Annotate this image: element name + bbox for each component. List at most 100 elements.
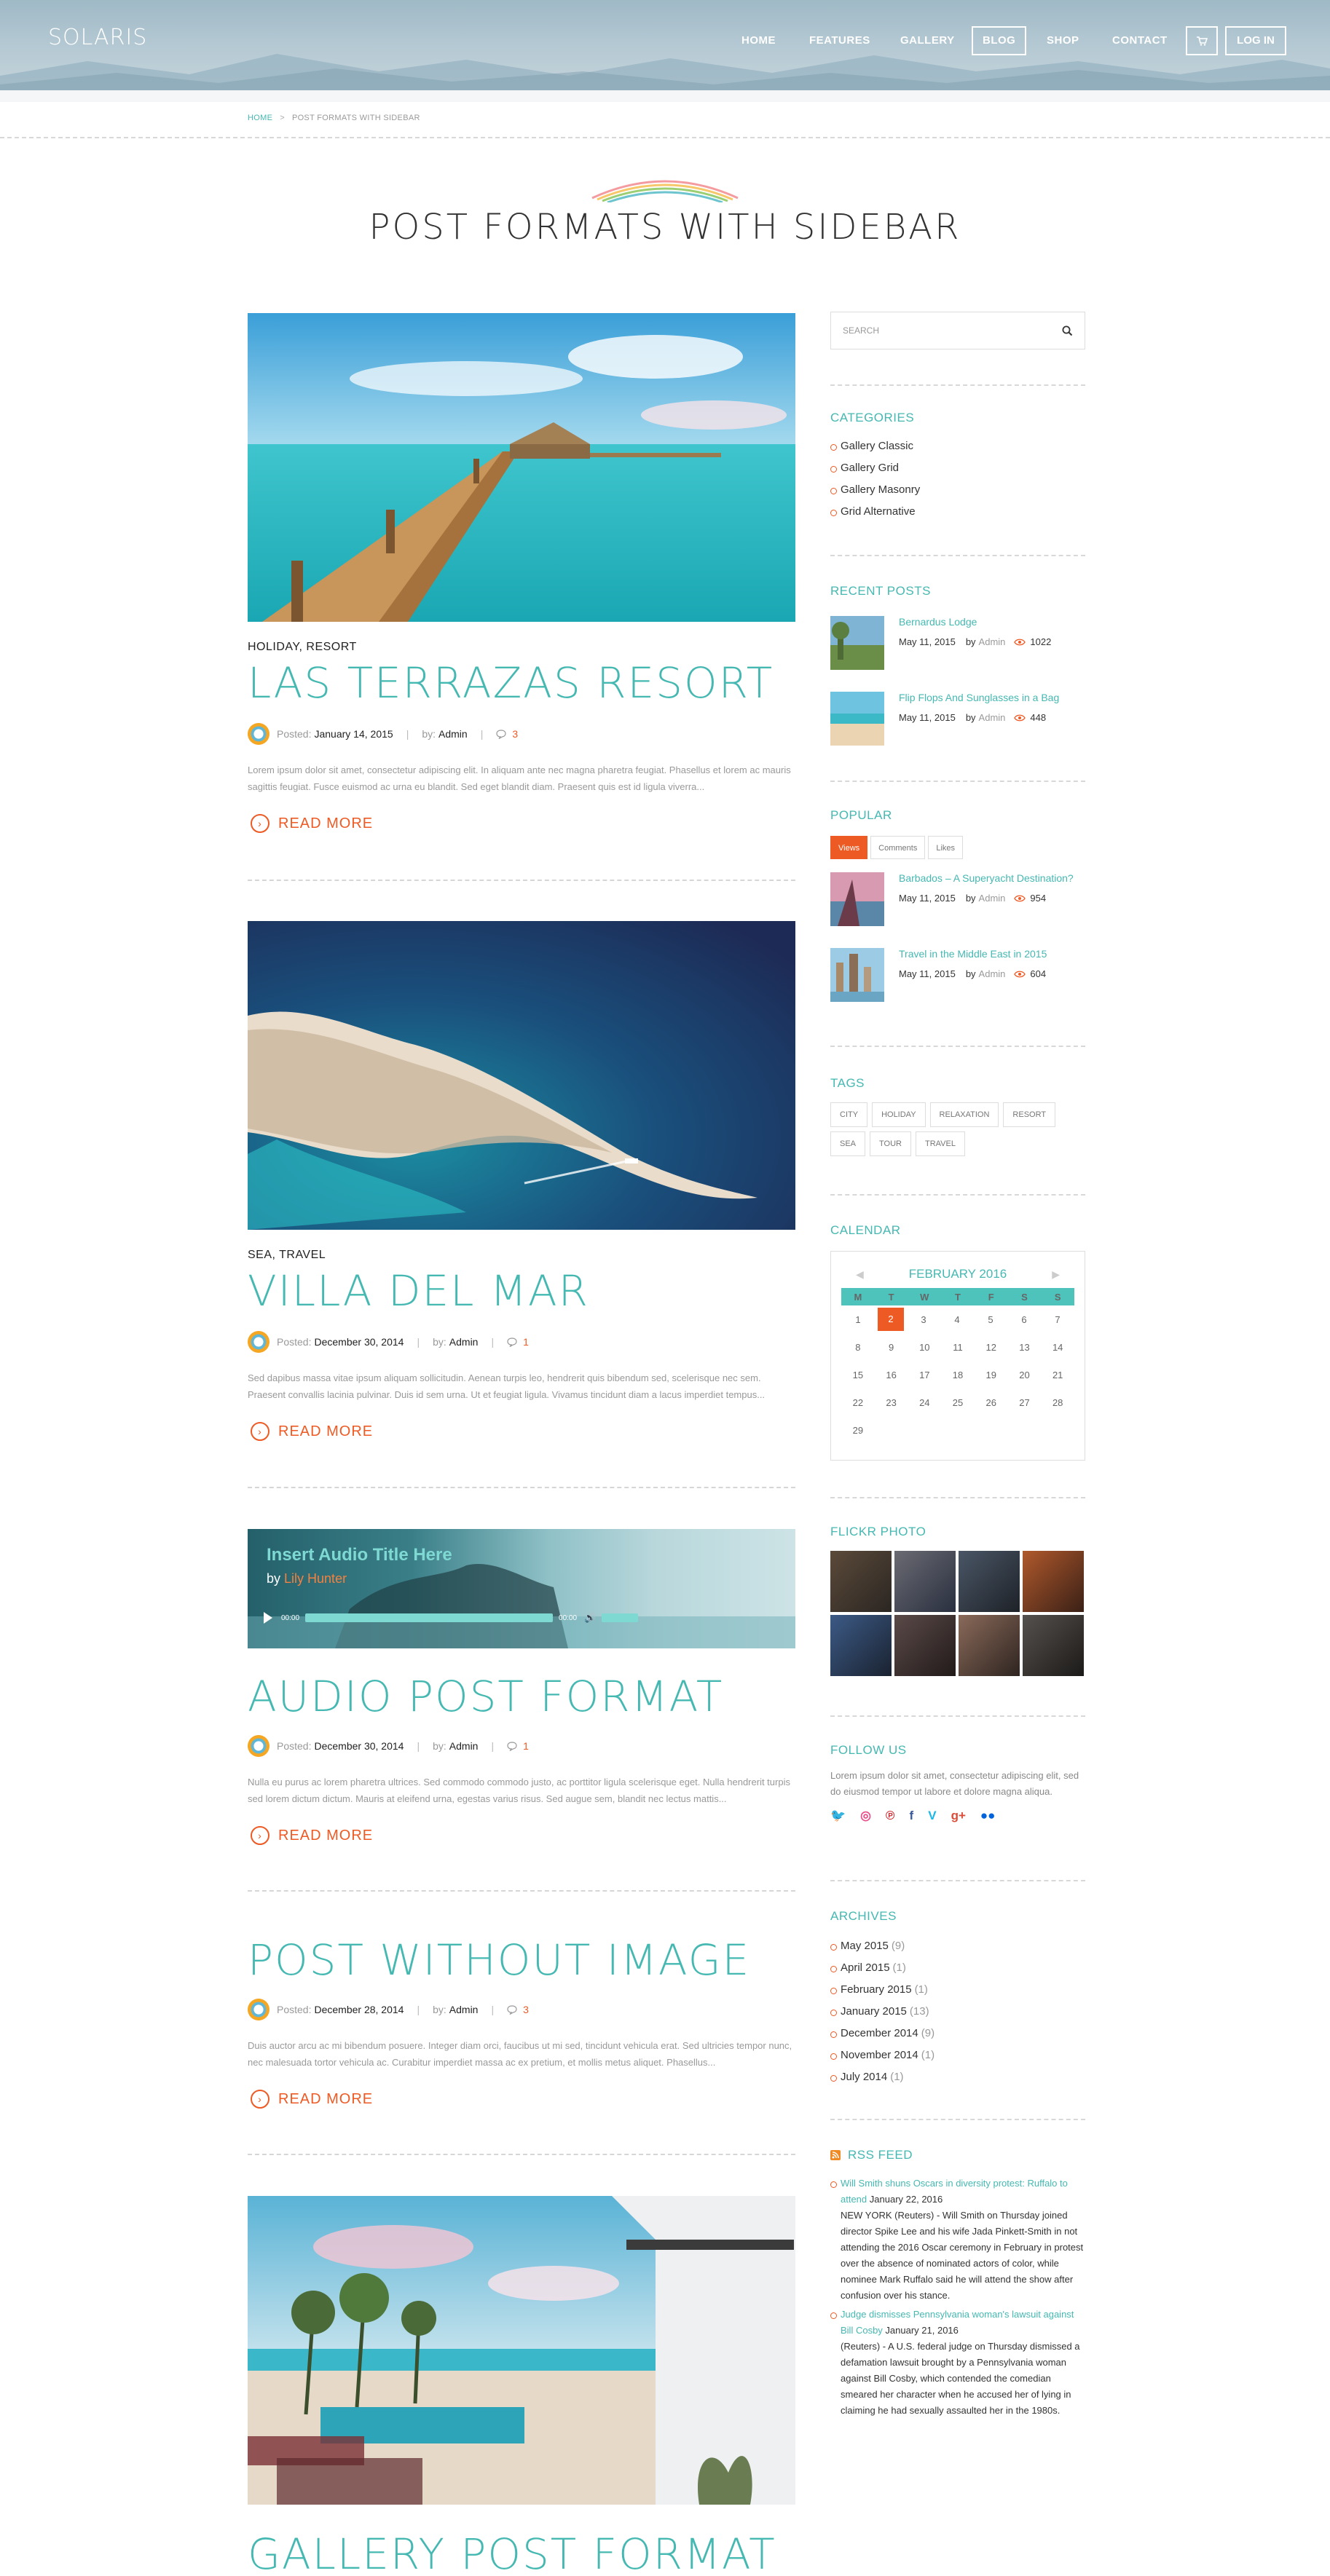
archive-item[interactable]: April 2015 (1)	[830, 1957, 1085, 1979]
calendar-day[interactable]: 4	[940, 1314, 974, 1325]
calendar-day[interactable]: 11	[941, 1342, 975, 1353]
read-more-link[interactable]: › READ MORE	[251, 2090, 373, 2109]
calendar-day[interactable]: 10	[908, 1342, 941, 1353]
post-image-pier[interactable]	[248, 313, 795, 622]
tag-city[interactable]: CITY	[830, 1102, 868, 1127]
flickr-photo[interactable]	[959, 1551, 1020, 1612]
breadcrumb-home[interactable]: HOME	[248, 114, 272, 122]
comment-count[interactable]: 1	[523, 1336, 529, 1348]
read-more-link[interactable]: › READ MORE	[251, 1422, 373, 1441]
nav-shop[interactable]: SHOP	[1047, 26, 1079, 55]
popular-post-title[interactable]: Travel in the Middle East in 2015	[899, 948, 1047, 960]
tab-comments[interactable]: Comments	[870, 836, 926, 859]
popular-post-item[interactable]: Barbados – A Superyacht Destination? May…	[830, 872, 1085, 948]
recent-post-title[interactable]: Flip Flops And Sunglasses in a Bag	[899, 692, 1059, 703]
calendar-day[interactable]: 16	[875, 1370, 908, 1380]
archive-item[interactable]: May 2015 (9)	[830, 1935, 1085, 1957]
recent-post-title[interactable]: Bernardus Lodge	[899, 616, 977, 628]
popular-post-item[interactable]: Travel in the Middle East in 2015 May 11…	[830, 948, 1085, 1024]
tag-resort[interactable]: RESORT	[1003, 1102, 1056, 1127]
cart-button[interactable]	[1186, 26, 1218, 55]
calendar-day[interactable]: 9	[875, 1342, 908, 1353]
next-month-icon[interactable]: ▶	[1052, 1268, 1060, 1281]
calendar-day[interactable]: 1	[841, 1314, 875, 1325]
post-categories[interactable]: HOLIDAY, RESORT	[248, 641, 357, 654]
twitter-icon[interactable]: 🐦	[830, 1809, 846, 1823]
login-button[interactable]: LOG IN	[1225, 26, 1286, 55]
volume-slider[interactable]	[602, 1613, 639, 1622]
flickr-photo[interactable]	[1023, 1615, 1084, 1676]
post-title[interactable]: POST WITHOUT IMAGE	[248, 1937, 750, 1983]
calendar-day[interactable]: 5	[974, 1314, 1007, 1325]
comment-count[interactable]: 1	[523, 1740, 529, 1752]
calendar-day[interactable]: 18	[941, 1370, 975, 1380]
search-icon[interactable]	[1062, 325, 1073, 336]
audio-progress-bar[interactable]	[305, 1613, 554, 1622]
read-more-link[interactable]: › READ MORE	[251, 1826, 373, 1845]
calendar-day[interactable]: 8	[841, 1342, 875, 1353]
volume-icon[interactable]: 🔊	[584, 1612, 596, 1624]
post-categories[interactable]: SEA, TRAVEL	[248, 1249, 326, 1262]
calendar-day[interactable]: 15	[841, 1370, 875, 1380]
calendar-day[interactable]: 13	[1008, 1342, 1042, 1353]
tag-relaxation[interactable]: RELAXATION	[929, 1102, 999, 1127]
flickr-photo[interactable]	[830, 1551, 892, 1612]
calendar-day[interactable]: 17	[908, 1370, 941, 1380]
search-input[interactable]: SEARCH	[830, 312, 1085, 349]
flickr-photo[interactable]	[1023, 1551, 1084, 1612]
post-title[interactable]: AUDIO POST FORMAT	[248, 1673, 723, 1720]
nav-features[interactable]: FEATURES	[809, 26, 870, 55]
flickr-photo[interactable]	[959, 1615, 1020, 1676]
tag-tour[interactable]: TOUR	[870, 1131, 911, 1156]
category-item[interactable]: Gallery Masonry	[830, 479, 1085, 501]
calendar-day[interactable]: 6	[1007, 1314, 1041, 1325]
archive-item[interactable]: July 2014 (1)	[830, 2066, 1085, 2088]
category-item[interactable]: Gallery Classic	[830, 435, 1085, 457]
recent-post-item[interactable]: Flip Flops And Sunglasses in a Bag May 1…	[830, 692, 1085, 767]
calendar-day[interactable]: 28	[1041, 1397, 1074, 1408]
vimeo-icon[interactable]: V	[928, 1809, 936, 1823]
calendar-day[interactable]: 19	[975, 1370, 1008, 1380]
flickr-photo[interactable]	[830, 1615, 892, 1676]
post-author[interactable]: Admin	[449, 2004, 479, 2015]
calendar-day[interactable]: 22	[841, 1397, 875, 1408]
recent-post-item[interactable]: Bernardus Lodge May 11, 2015 by Admin 1022	[830, 616, 1085, 692]
post-title[interactable]: LAS TERRAZAS RESORT	[248, 660, 774, 706]
popular-post-thumb[interactable]	[830, 872, 884, 926]
calendar-day[interactable]: 24	[908, 1397, 941, 1408]
popular-post-thumb[interactable]	[830, 948, 884, 1002]
category-item[interactable]: Grid Alternative	[830, 501, 1085, 523]
post-author[interactable]: Admin	[438, 728, 468, 740]
post-title[interactable]: GALLERY POST FORMAT	[248, 2531, 776, 2576]
calendar-day[interactable]: 7	[1041, 1314, 1074, 1325]
nav-contact[interactable]: CONTACT	[1112, 26, 1168, 55]
calendar-day[interactable]: 29	[841, 1425, 875, 1436]
tag-travel[interactable]: TRAVEL	[915, 1131, 965, 1156]
category-item[interactable]: Gallery Grid	[830, 457, 1085, 479]
calendar-day[interactable]: 27	[1008, 1397, 1042, 1408]
calendar-day[interactable]: 23	[875, 1397, 908, 1408]
calendar-day[interactable]: 2	[878, 1308, 904, 1331]
facebook-icon[interactable]: f	[910, 1809, 914, 1823]
archive-item[interactable]: November 2014 (1)	[830, 2044, 1085, 2066]
prev-month-icon[interactable]: ◀	[856, 1268, 864, 1281]
post-title[interactable]: VILLA DEL MAR	[248, 1268, 589, 1314]
popular-post-title[interactable]: Barbados – A Superyacht Destination?	[899, 872, 1074, 884]
tag-sea[interactable]: SEA	[830, 1131, 866, 1156]
calendar-day[interactable]: 12	[975, 1342, 1008, 1353]
nav-blog[interactable]: BLOG	[972, 26, 1027, 55]
nav-home[interactable]: HOME	[741, 26, 776, 55]
dribbble-icon[interactable]: ◎	[860, 1809, 871, 1823]
post-author[interactable]: Admin	[449, 1740, 479, 1752]
calendar-day[interactable]: 20	[1008, 1370, 1042, 1380]
calendar-day[interactable]: 26	[975, 1397, 1008, 1408]
flickr-icon[interactable]: ●●	[980, 1809, 996, 1823]
calendar-day[interactable]: 14	[1041, 1342, 1074, 1353]
post-image-coast[interactable]	[248, 921, 795, 1230]
calendar-day[interactable]: 25	[941, 1397, 975, 1408]
tag-holiday[interactable]: HOLIDAY	[872, 1102, 926, 1127]
flickr-photo[interactable]	[894, 1615, 956, 1676]
comment-count[interactable]: 3	[523, 2004, 529, 2015]
tab-views[interactable]: Views	[830, 836, 868, 859]
post-author[interactable]: Admin	[449, 1336, 479, 1348]
